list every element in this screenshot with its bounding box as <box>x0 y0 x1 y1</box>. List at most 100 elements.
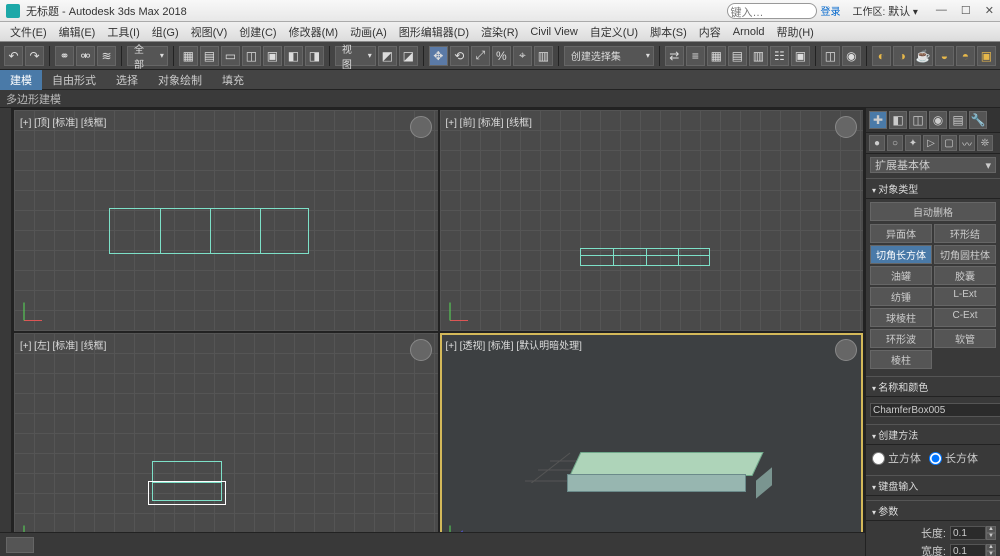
render-setup-button[interactable]: ◐ <box>872 46 891 66</box>
tool-icon[interactable]: ◧ <box>284 46 303 66</box>
type-button[interactable]: 环形结 <box>934 224 996 243</box>
minimize-button[interactable]: — <box>936 4 947 17</box>
tab-freeform[interactable]: 自由形式 <box>42 70 106 90</box>
wireframe-object[interactable] <box>109 208 309 254</box>
tool-icon[interactable]: ◓ <box>956 46 975 66</box>
viewport-label[interactable]: [+] [前] [标准] [线框] <box>446 114 532 129</box>
viewport-top[interactable]: [+] [顶] [标准] [线框] <box>14 110 438 331</box>
tool-icon[interactable]: % <box>492 46 511 66</box>
select-button[interactable]: ▦ <box>179 46 198 66</box>
render-button[interactable]: ☕ <box>914 46 933 66</box>
viewport-grip-icon[interactable] <box>6 537 34 553</box>
tool-icon[interactable]: ▣ <box>263 46 282 66</box>
render-frame-button[interactable]: ◑ <box>893 46 912 66</box>
rollout-create-method[interactable]: 创建方法 <box>866 424 1000 445</box>
viewcube-icon[interactable] <box>835 116 857 138</box>
create-tab[interactable]: ✚ <box>869 111 887 129</box>
wireframe-object-selected[interactable] <box>148 481 226 505</box>
tool-icon[interactable]: ◒ <box>935 46 954 66</box>
tab-selection[interactable]: 选择 <box>106 70 148 90</box>
menu-item[interactable]: 图形编辑器(D) <box>393 24 475 40</box>
radio-cube[interactable]: 立方体 <box>872 450 921 466</box>
spacewarps-subtab[interactable]: 〰 <box>959 135 975 151</box>
geometry-subtab[interactable]: ● <box>869 135 885 151</box>
menu-item[interactable]: 文件(E) <box>4 24 53 40</box>
autogrid-checkbox[interactable]: 自动删格 <box>870 202 996 221</box>
type-button[interactable]: 棱柱 <box>870 350 932 369</box>
select-name-button[interactable]: ▤ <box>200 46 219 66</box>
layers-button[interactable]: ▦ <box>707 46 726 66</box>
menu-item[interactable]: 脚本(S) <box>644 24 693 40</box>
close-button[interactable]: ✕ <box>985 4 994 17</box>
scale-button[interactable]: ⤢ <box>471 46 490 66</box>
menu-item[interactable]: Arnold <box>727 26 771 38</box>
move-button[interactable]: ✥ <box>429 46 448 66</box>
redo-button[interactable]: ↷ <box>25 46 44 66</box>
named-set-dropdown[interactable]: 创建选择集 <box>564 46 654 66</box>
tab-modeling[interactable]: 建模 <box>0 70 42 90</box>
viewport-left[interactable]: [+] [左] [标准] [线框] <box>14 333 438 554</box>
maximize-button[interactable]: ☐ <box>961 4 971 17</box>
link-button[interactable]: ⚭ <box>55 46 74 66</box>
viewport-label[interactable]: [+] [左] [标准] [线框] <box>20 337 106 352</box>
schematic-button[interactable]: ◫ <box>821 46 840 66</box>
tab-populate[interactable]: 填充 <box>212 70 254 90</box>
menu-item[interactable]: 组(G) <box>146 24 185 40</box>
menu-item[interactable]: 自定义(U) <box>584 24 644 40</box>
param-input[interactable] <box>950 544 986 556</box>
menu-item[interactable]: 工具(I) <box>101 24 145 40</box>
category-dropdown[interactable]: 扩展基本体▾ <box>870 157 996 173</box>
viewport-label[interactable]: [+] [顶] [标准] [线框] <box>20 114 106 129</box>
type-button[interactable]: C-Ext <box>934 308 996 327</box>
material-editor-button[interactable]: ◉ <box>842 46 861 66</box>
tool-icon[interactable]: ▣ <box>977 46 996 66</box>
type-button[interactable]: 异面体 <box>870 224 932 243</box>
utilities-tab[interactable]: 🔧 <box>969 111 987 129</box>
tool-icon[interactable]: ◪ <box>399 46 418 66</box>
bind-button[interactable]: ≋ <box>97 46 116 66</box>
menu-item[interactable]: 视图(V) <box>185 24 234 40</box>
object-name-input[interactable] <box>870 403 1000 417</box>
rect-select-button[interactable]: ▭ <box>221 46 240 66</box>
type-button[interactable]: L-Ext <box>934 287 996 306</box>
spin-down-icon[interactable]: ▼ <box>986 551 996 556</box>
menu-item[interactable]: 修改器(M) <box>283 24 345 40</box>
type-button[interactable]: 切角圆柱体 <box>934 245 996 264</box>
mirror-button[interactable]: ⇄ <box>665 46 684 66</box>
viewcube-icon[interactable] <box>410 116 432 138</box>
viewcube-icon[interactable] <box>410 339 432 361</box>
search-input[interactable]: 键入… <box>727 3 817 19</box>
selection-filter[interactable]: 全部 <box>127 46 168 66</box>
ref-coord-dropdown[interactable]: 视图 <box>335 46 376 66</box>
window-cross-button[interactable]: ◫ <box>242 46 261 66</box>
rollout-object-type[interactable]: 对象类型 <box>866 178 1000 199</box>
viewport-label[interactable]: [+] [透视] [标准] [默认明暗处理] <box>446 337 582 352</box>
tool-icon[interactable]: ▥ <box>749 46 768 66</box>
curve-editor-button[interactable]: ☷ <box>770 46 789 66</box>
menu-item[interactable]: 帮助(H) <box>771 24 820 40</box>
login-link[interactable]: 登录 <box>821 3 841 18</box>
tool-icon[interactable]: ▤ <box>728 46 747 66</box>
systems-subtab[interactable]: ❊ <box>977 135 993 151</box>
lights-subtab[interactable]: ✦ <box>905 135 921 151</box>
tool-icon[interactable]: ◨ <box>305 46 324 66</box>
menu-item[interactable]: Civil View <box>524 26 583 38</box>
viewport-perspective[interactable]: [+] [透视] [标准] [默认明暗处理] <box>440 333 864 554</box>
rollout-parameters[interactable]: 参数 <box>866 500 1000 521</box>
type-button[interactable]: 纺锤 <box>870 287 932 306</box>
spin-up-icon[interactable]: ▲ <box>986 544 996 551</box>
rotate-button[interactable]: ⟲ <box>450 46 469 66</box>
rollout-keyboard-entry[interactable]: 键盘输入 <box>866 475 1000 496</box>
rollout-name-color[interactable]: 名称和颜色 <box>866 376 1000 397</box>
menu-item[interactable]: 编辑(E) <box>53 24 102 40</box>
align-button[interactable]: ≡ <box>686 46 705 66</box>
cameras-subtab[interactable]: ▷ <box>923 135 939 151</box>
viewport-front[interactable]: [+] [前] [标准] [线框] <box>440 110 864 331</box>
tool-icon[interactable]: ▥ <box>534 46 553 66</box>
tool-icon[interactable]: ⌖ <box>513 46 532 66</box>
unlink-button[interactable]: ⚮ <box>76 46 95 66</box>
type-button[interactable]: 环形波 <box>870 329 932 348</box>
type-button[interactable]: 软管 <box>934 329 996 348</box>
perspective-object[interactable] <box>567 452 766 492</box>
type-button[interactable]: 球棱柱 <box>870 308 932 327</box>
